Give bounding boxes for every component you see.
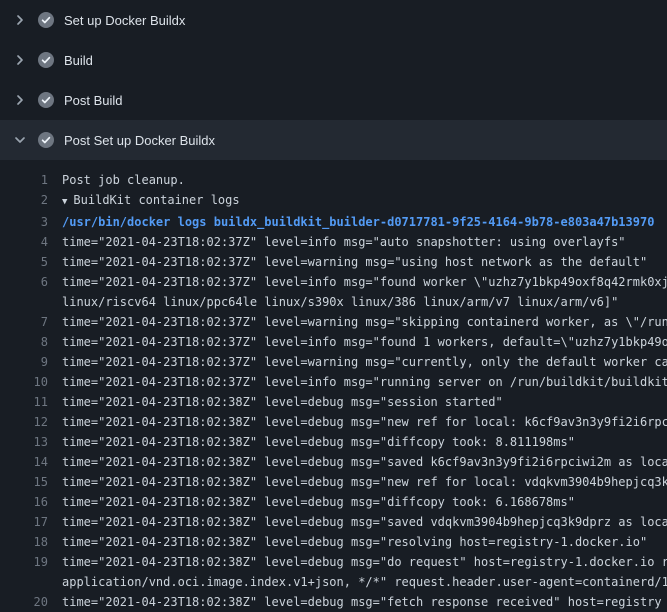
log-row: 8 time="2021-04-23T18:02:37Z" level=info … — [0, 332, 667, 352]
line-number[interactable]: 3 — [0, 212, 48, 232]
line-number[interactable]: 11 — [0, 392, 48, 412]
line-number[interactable]: 8 — [0, 332, 48, 352]
line-number[interactable]: 16 — [0, 492, 48, 512]
log-row: 9 time="2021-04-23T18:02:37Z" level=warni… — [0, 352, 667, 372]
log-command-text: /usr/bin/docker logs buildx_buildkit_bui… — [62, 212, 654, 232]
log-line-text: time="2021-04-23T18:02:38Z" level=debug … — [62, 392, 503, 412]
log-line-text: application/vnd.oci.image.index.v1+json,… — [62, 572, 667, 592]
log-line-text: time="2021-04-23T18:02:37Z" level=info m… — [62, 372, 667, 392]
chevron-right-icon — [12, 52, 28, 68]
line-number[interactable]: 20 — [0, 592, 48, 612]
step-label: Set up Docker Buildx — [64, 13, 185, 28]
log-row: 4 time="2021-04-23T18:02:37Z" level=info … — [0, 232, 667, 252]
line-number[interactable]: 12 — [0, 412, 48, 432]
check-circle-icon — [38, 52, 54, 68]
log-line-text: BuildKit container logs — [73, 190, 239, 210]
log-row: 7 time="2021-04-23T18:02:37Z" level=warni… — [0, 312, 667, 332]
log-line-text: time="2021-04-23T18:02:38Z" level=debug … — [62, 532, 647, 552]
check-circle-icon — [38, 92, 54, 108]
log-line-text: time="2021-04-23T18:02:37Z" level=warnin… — [62, 352, 667, 372]
log-line-text: time="2021-04-23T18:02:38Z" level=debug … — [62, 492, 575, 512]
log-line-text: time="2021-04-23T18:02:38Z" level=debug … — [62, 472, 667, 492]
line-number[interactable]: 17 — [0, 512, 48, 532]
chevron-down-icon — [12, 132, 28, 148]
line-number[interactable]: 2 — [0, 190, 48, 210]
log-row: 11 time="2021-04-23T18:02:38Z" level=debu… — [0, 392, 667, 412]
step-label: Post Set up Docker Buildx — [64, 133, 215, 148]
log-row: 1 Post job cleanup. — [0, 170, 667, 190]
log-line-text: time="2021-04-23T18:02:38Z" level=debug … — [62, 592, 662, 612]
line-number[interactable]: 10 — [0, 372, 48, 392]
log-line-text: time="2021-04-23T18:02:38Z" level=debug … — [62, 512, 667, 532]
log-row: 6 time="2021-04-23T18:02:37Z" level=info … — [0, 272, 667, 292]
line-number[interactable]: 9 — [0, 352, 48, 372]
line-number[interactable]: 6 — [0, 272, 48, 292]
line-number[interactable]: 1 — [0, 170, 48, 190]
step-label: Post Build — [64, 93, 123, 108]
step-label: Build — [64, 53, 93, 68]
log-row: 16 time="2021-04-23T18:02:38Z" level=debu… — [0, 492, 667, 512]
line-number[interactable]: 13 — [0, 432, 48, 452]
log-viewer: 1 Post job cleanup. 2 ▼ BuildKit container l… — [0, 160, 667, 612]
chevron-right-icon — [12, 92, 28, 108]
line-number[interactable]: 5 — [0, 252, 48, 272]
log-row: 15 time="2021-04-23T18:02:38Z" level=debu… — [0, 472, 667, 492]
log-row: application/vnd.oci.image.index.v1+json,… — [0, 572, 667, 592]
log-line-text: time="2021-04-23T18:02:38Z" level=debug … — [62, 412, 667, 432]
log-row: 19 time="2021-04-23T18:02:38Z" level=debu… — [0, 552, 667, 572]
chevron-right-icon — [12, 12, 28, 28]
line-number[interactable]: 19 — [0, 552, 48, 572]
log-row: 13 time="2021-04-23T18:02:38Z" level=debu… — [0, 432, 667, 452]
log-line-text: time="2021-04-23T18:02:37Z" level=info m… — [62, 232, 626, 252]
log-line-text: time="2021-04-23T18:02:38Z" level=debug … — [62, 432, 575, 452]
job-steps-list: Set up Docker Buildx Build Post Build Post … — [0, 0, 667, 160]
log-row: 10 time="2021-04-23T18:02:37Z" level=info… — [0, 372, 667, 392]
check-circle-icon — [38, 132, 54, 148]
log-line-text: time="2021-04-23T18:02:37Z" level=warnin… — [62, 312, 667, 332]
line-number[interactable]: 18 — [0, 532, 48, 552]
line-number[interactable]: 15 — [0, 472, 48, 492]
log-row: 17 time="2021-04-23T18:02:38Z" level=debu… — [0, 512, 667, 532]
step-header[interactable]: Post Build — [0, 80, 667, 120]
line-number[interactable]: 4 — [0, 232, 48, 252]
log-line-text: Post job cleanup. — [62, 170, 185, 190]
check-circle-icon — [38, 12, 54, 28]
log-line-text: linux/riscv64 linux/ppc64le linux/s390x … — [62, 292, 618, 312]
log-row: 18 time="2021-04-23T18:02:38Z" level=debu… — [0, 532, 667, 552]
step-header[interactable]: Post Set up Docker Buildx — [0, 120, 667, 160]
log-line-text: time="2021-04-23T18:02:37Z" level=info m… — [62, 332, 667, 352]
step-header[interactable]: Set up Docker Buildx — [0, 0, 667, 40]
line-number[interactable]: 14 — [0, 452, 48, 472]
log-row: 14 time="2021-04-23T18:02:38Z" level=debu… — [0, 452, 667, 472]
log-line-text: time="2021-04-23T18:02:38Z" level=debug … — [62, 452, 667, 472]
step-header[interactable]: Build — [0, 40, 667, 80]
log-row: 2 ▼ BuildKit container logs — [0, 190, 667, 212]
log-row: 3/usr/bin/docker logs buildx_buildkit_bu… — [0, 212, 667, 232]
log-row: 12 time="2021-04-23T18:02:38Z" level=debu… — [0, 412, 667, 432]
log-row: 5 time="2021-04-23T18:02:37Z" level=warni… — [0, 252, 667, 272]
log-row: 20 time="2021-04-23T18:02:38Z" level=debu… — [0, 592, 667, 612]
line-number[interactable]: 7 — [0, 312, 48, 332]
log-line-text: time="2021-04-23T18:02:38Z" level=debug … — [62, 552, 667, 572]
group-toggle-icon[interactable]: ▼ — [62, 192, 67, 212]
log-line-text: time="2021-04-23T18:02:37Z" level=warnin… — [62, 252, 647, 272]
log-row: linux/riscv64 linux/ppc64le linux/s390x … — [0, 292, 667, 312]
log-line-text: time="2021-04-23T18:02:37Z" level=info m… — [62, 272, 667, 292]
